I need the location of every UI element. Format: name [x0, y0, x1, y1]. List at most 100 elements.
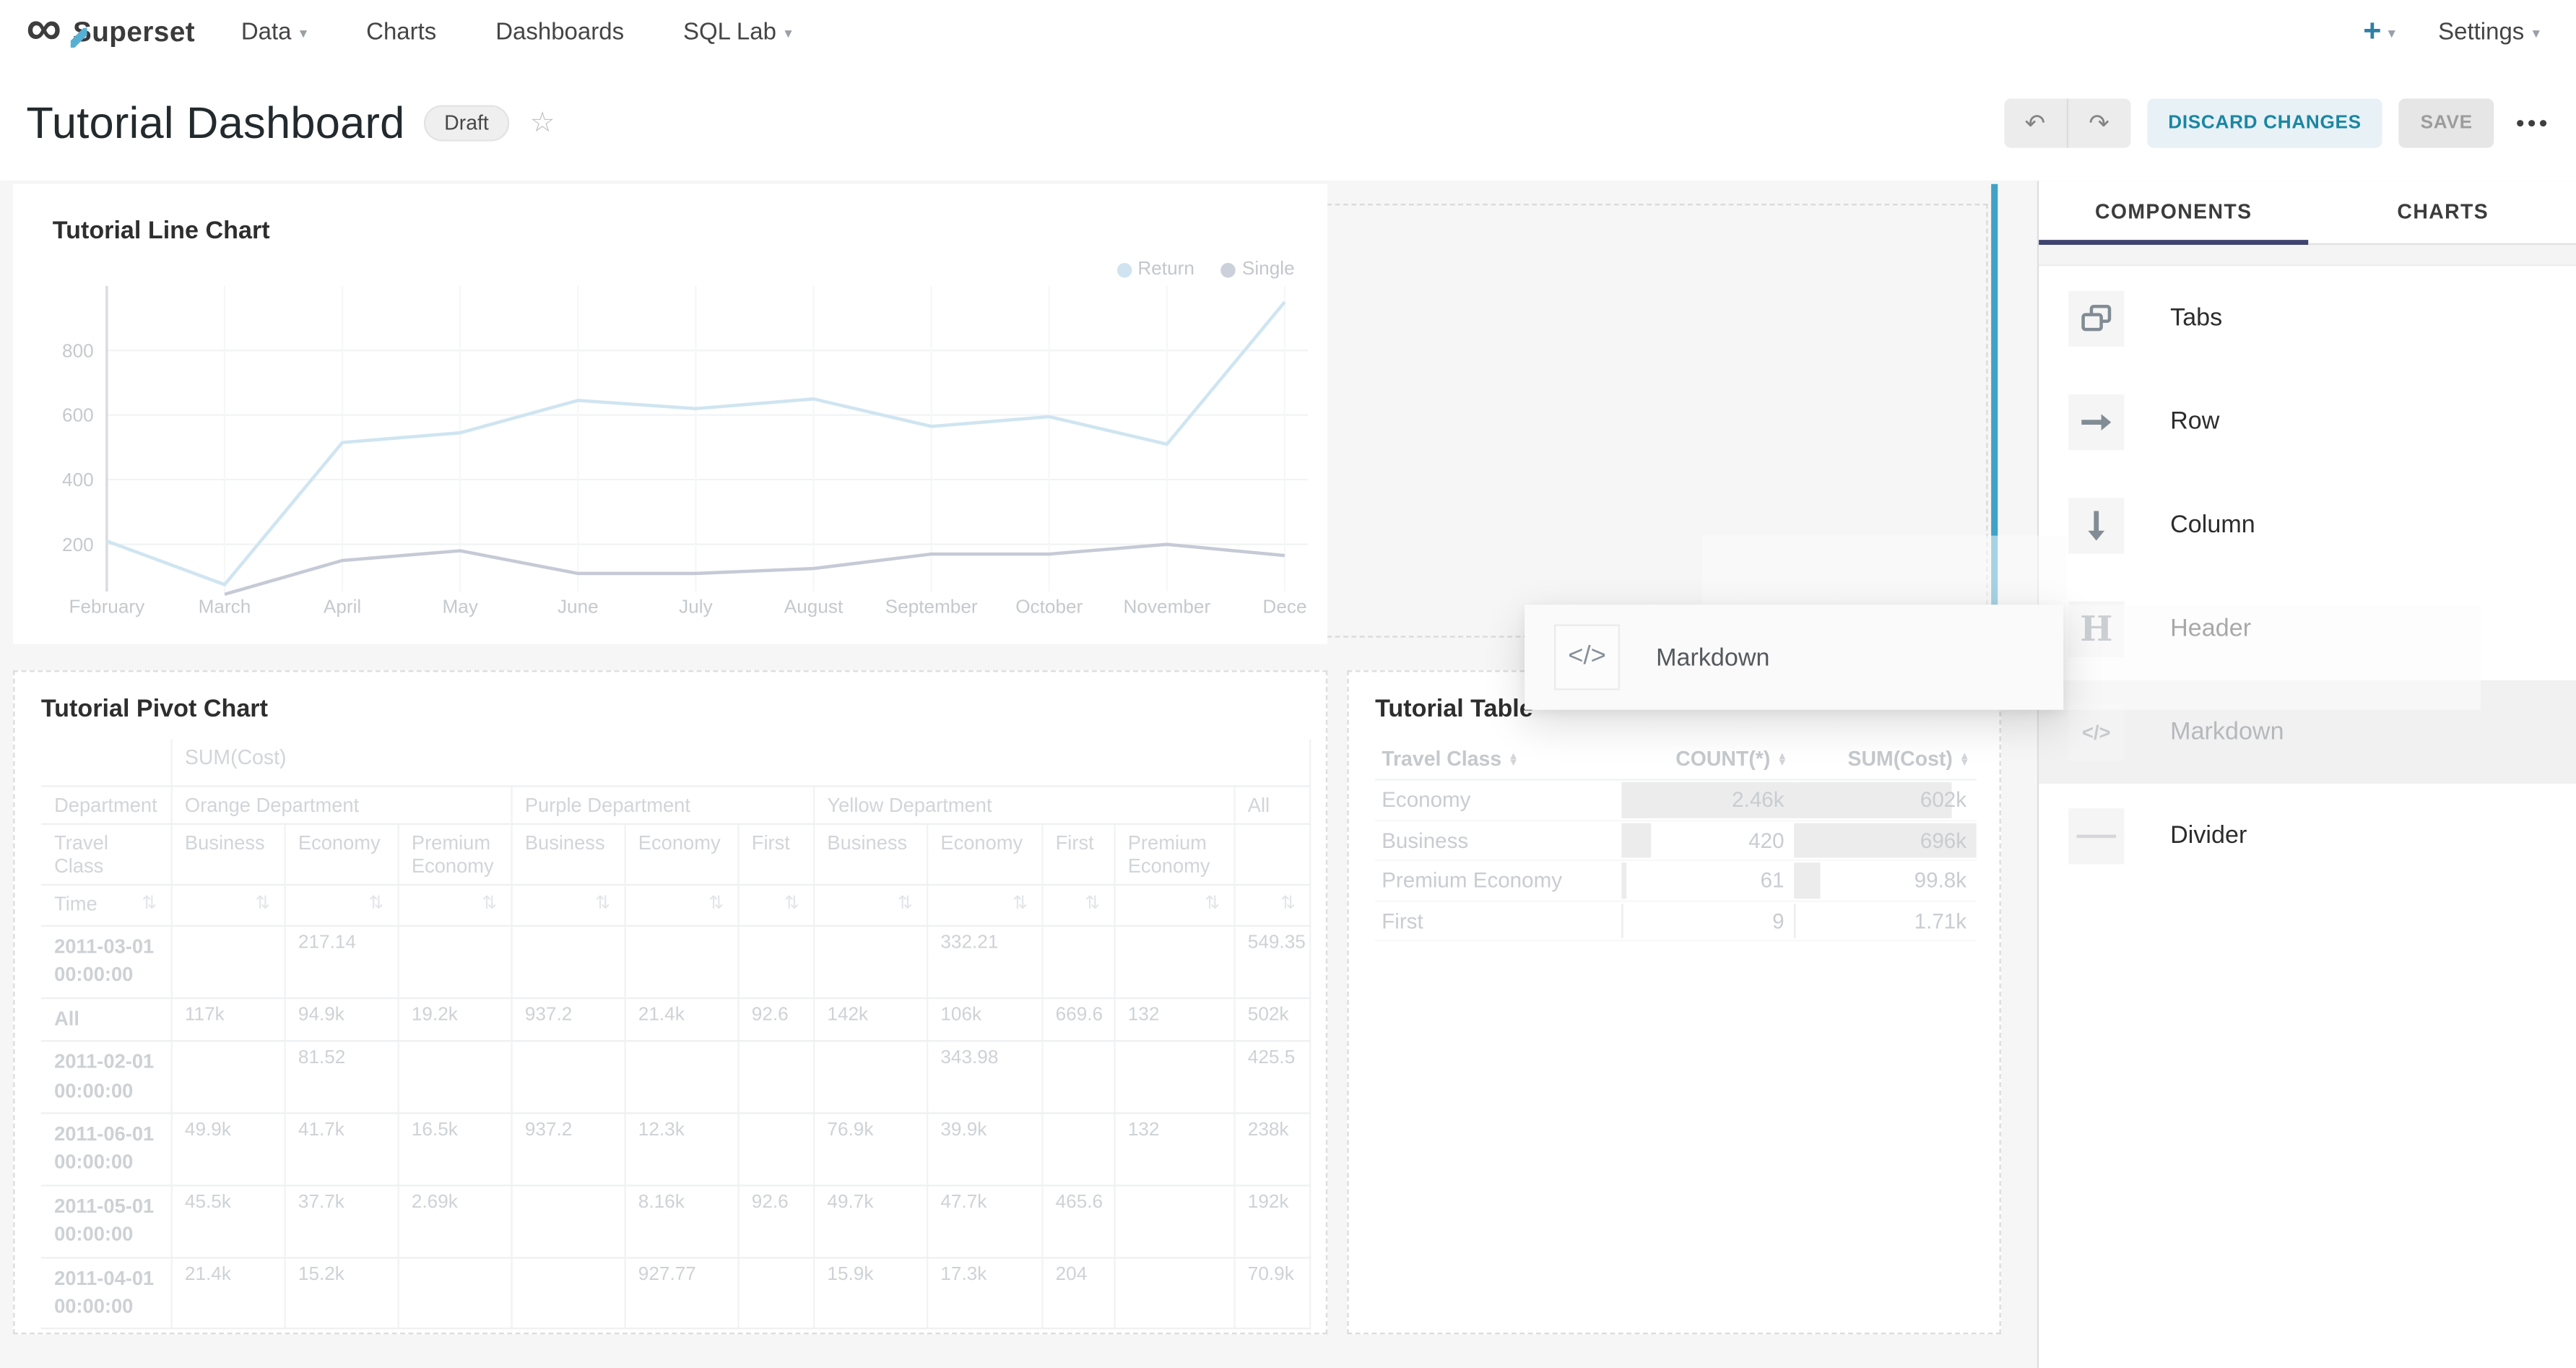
nav-item-sql-lab[interactable]: SQL Lab▾: [683, 20, 792, 46]
sort-icon[interactable]: ⇅: [1280, 892, 1296, 914]
pivot-cell: 49.9k: [171, 1113, 285, 1185]
component-item-divider[interactable]: Divider: [2039, 784, 2576, 887]
tabs-icon: [2068, 290, 2124, 346]
pivot-chart-card[interactable]: Tutorial Pivot Chart SUM(Cost)Department…: [13, 670, 1327, 1334]
nav-item-data[interactable]: Data▾: [241, 20, 307, 46]
pivot-cell: 41.7k: [285, 1113, 398, 1185]
pivot-group-header: Purple Department: [511, 787, 813, 824]
pivot-cell: 332.21: [927, 926, 1041, 998]
app-window: ∞ Superset Data▾ Charts Dashboards SQL L…: [0, 0, 2576, 1368]
pivot-cell: 16.5k: [398, 1113, 511, 1185]
legend-item-return[interactable]: Return: [1116, 259, 1194, 279]
pivot-cell: [737, 926, 813, 998]
pivot-subcolumn-header: Premium Economy: [398, 824, 511, 885]
pivot-cell: 39.9k: [927, 1113, 1041, 1185]
discard-changes-button[interactable]: DISCARD CHANGES: [2147, 98, 2383, 147]
sort-icon[interactable]: ⇅: [595, 892, 610, 914]
pivot-cell: 132: [1114, 1113, 1233, 1185]
pivot-group-header: Orange Department: [171, 787, 511, 824]
pivot-group-header: Yellow Department: [813, 787, 1233, 824]
tab-charts[interactable]: CHARTS: [2308, 181, 2576, 243]
pivot-table: SUM(Cost)DepartmentOrange DepartmentPurp…: [41, 740, 1311, 1330]
favorite-star-icon[interactable]: ☆: [530, 107, 555, 139]
undo-button[interactable]: ↶: [2004, 98, 2068, 147]
pivot-cell: 12.3k: [624, 1113, 737, 1185]
svg-text:600: 600: [62, 404, 94, 426]
sort-icon[interactable]: ⇅: [142, 892, 157, 914]
pivot-cell: 8.16k: [624, 1185, 737, 1257]
legend-item-single[interactable]: Single: [1220, 259, 1294, 279]
component-item-row[interactable]: Row: [2039, 370, 2576, 473]
column-header-count[interactable]: COUNT(*)▲▼: [1621, 740, 1794, 780]
sort-icon[interactable]: ⇅: [898, 892, 913, 914]
page-title[interactable]: Tutorial Dashboard: [0, 98, 405, 149]
sort-icon[interactable]: ⇅: [255, 892, 270, 914]
pivot-cell: 21.4k: [171, 1257, 285, 1329]
pivot-cell: [1041, 1042, 1114, 1114]
dashboard-header: Tutorial Dashboard Draft ☆ ↶ ↷ DISCARD C…: [0, 66, 2576, 183]
sort-icon[interactable]: ⇅: [1205, 892, 1220, 914]
nav-item-dashboards[interactable]: Dashboards: [495, 20, 624, 46]
header-actions: ↶ ↷ DISCARD CHANGES SAVE: [2004, 98, 2576, 147]
sort-icon[interactable]: ⇅: [708, 892, 724, 914]
table-chart-card[interactable]: Tutorial Table Travel Class▲▼COUNT(*)▲▼S…: [1347, 670, 2000, 1334]
line-chart-plot: 200400600800FebruaryMarchAprilMayJuneJul…: [13, 184, 1327, 644]
pivot-row: 2011-02-01 00:00:0081.52343.98425.5: [41, 1042, 1309, 1114]
pivot-cell: 45.5k: [171, 1185, 285, 1257]
pivot-subcolumn-header: Economy: [624, 824, 737, 885]
nav-menu: Data▾ Charts Dashboards SQL Lab▾: [241, 20, 792, 46]
pivot-subcolumn-header: [1233, 824, 1309, 885]
pivot-cell: 204: [1041, 1257, 1114, 1329]
superset-logo[interactable]: ∞ Superset: [0, 8, 195, 57]
pivot-cell: [511, 1042, 624, 1114]
pivot-cell: 132: [1114, 998, 1233, 1042]
sort-icon[interactable]: ⇅: [368, 892, 383, 914]
panel-tabs: COMPONENTS CHARTS: [2039, 181, 2576, 245]
pivot-cell: [737, 1113, 813, 1185]
column-arrow-icon: [2068, 497, 2124, 553]
pivot-row: 2011-04-01 00:00:0021.4k15.2k927.7715.9k…: [41, 1257, 1309, 1329]
chevron-down-icon: ▾: [300, 24, 307, 42]
pivot-cell: 117k: [171, 998, 285, 1042]
chart-legend: Return Single: [1116, 259, 1295, 279]
tab-components[interactable]: COMPONENTS: [2039, 181, 2308, 243]
pivot-cell: [171, 1042, 285, 1114]
component-item-tabs[interactable]: Tabs: [2039, 267, 2576, 370]
save-button[interactable]: SAVE: [2399, 98, 2494, 147]
markdown-drag-ghost[interactable]: </> Markdown: [1525, 605, 2063, 710]
pivot-subcolumn-header: Business: [171, 824, 285, 885]
pivot-subcolumn-header: Economy: [285, 824, 398, 885]
settings-menu[interactable]: Settings▾: [2438, 20, 2540, 46]
column-header-sum-cost[interactable]: SUM(Cost)▲▼: [1794, 740, 1977, 780]
sort-icon[interactable]: ⇅: [1012, 892, 1028, 914]
chevron-down-icon: ▾: [784, 24, 792, 42]
pivot-cell: 76.9k: [813, 1113, 927, 1185]
new-item-button[interactable]: +▾: [2363, 14, 2395, 51]
pivot-subcolumn-header: First: [1041, 824, 1114, 885]
component-item-column[interactable]: Column: [2039, 473, 2576, 576]
panel-strip: [2039, 245, 2576, 267]
pivot-cell: 425.5: [1233, 1042, 1309, 1114]
pivot-cell: 47.7k: [927, 1185, 1041, 1257]
sort-icon[interactable]: ⇅: [784, 892, 799, 914]
column-header-travel-class[interactable]: Travel Class▲▼: [1375, 740, 1621, 780]
pivot-cell: 927.77: [624, 1257, 737, 1329]
pivot-cell: 37.7k: [285, 1185, 398, 1257]
svg-text:October: October: [1015, 596, 1083, 618]
sort-carets-icon: ▲▼: [1777, 753, 1787, 766]
redo-button[interactable]: ↷: [2068, 98, 2130, 147]
pivot-row: 2011-03-01 00:00:00217.14332.21549.35: [41, 926, 1309, 998]
undo-icon: ↶: [2025, 108, 2046, 138]
sort-icon[interactable]: ⇅: [1085, 892, 1100, 914]
pivot-cell: [1114, 926, 1233, 998]
pivot-row: 2011-06-01 00:00:0049.9k41.7k16.5k937.21…: [41, 1113, 1309, 1185]
more-options-button[interactable]: [2517, 120, 2546, 126]
nav-item-charts[interactable]: Charts: [366, 20, 436, 46]
chart-title: Tutorial Pivot Chart: [41, 695, 1300, 723]
table-row: Economy2.46k602k: [1375, 779, 1977, 820]
sort-icon[interactable]: ⇅: [482, 892, 497, 914]
line-chart-card[interactable]: Tutorial Line Chart Return Single 200400…: [13, 184, 1327, 644]
pivot-cell: [398, 926, 511, 998]
svg-text:August: August: [784, 596, 844, 618]
table-row: Business420696k: [1375, 820, 1977, 860]
